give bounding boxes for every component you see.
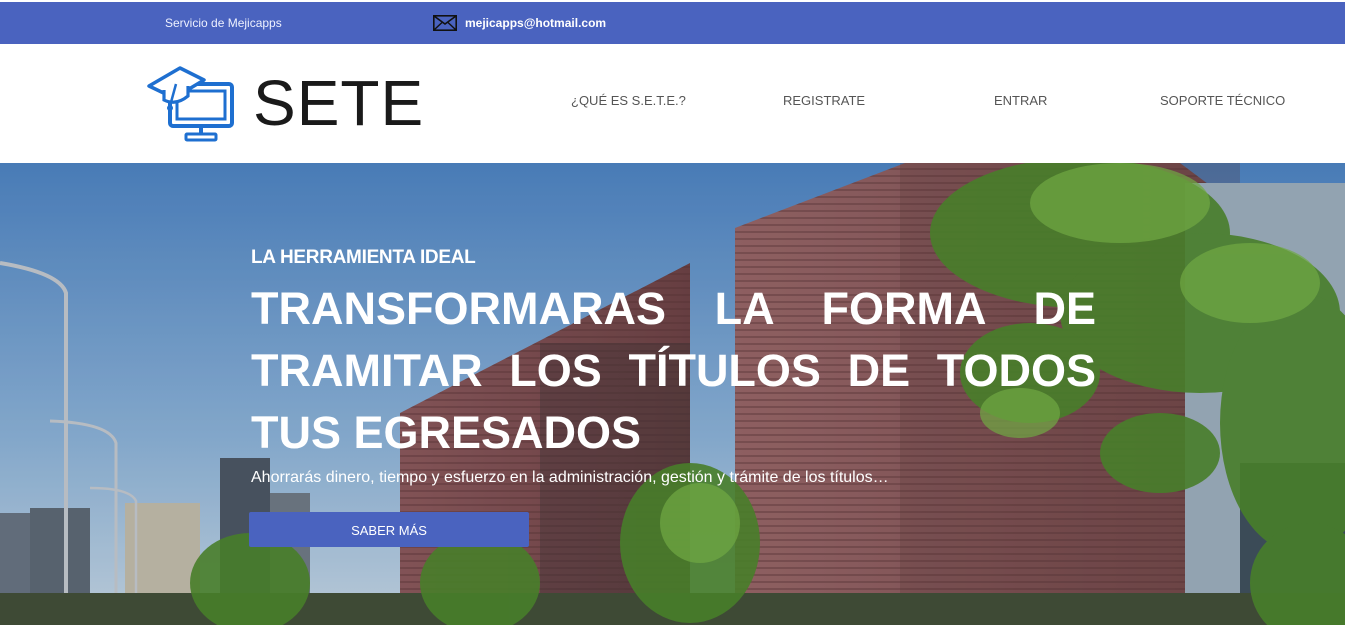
service-label: Servicio de Mejicapps xyxy=(165,16,282,30)
hero-subtitle: Ahorrarás dinero, tiempo y esfuerzo en l… xyxy=(251,469,889,486)
nav-que-es-sete[interactable]: ¿QUÉ ES S.E.T.E.? xyxy=(571,93,686,108)
mail-icon xyxy=(433,15,457,31)
graduation-monitor-icon[interactable] xyxy=(146,62,238,144)
nav-entrar[interactable]: ENTRAR xyxy=(994,93,1047,108)
email-link[interactable]: mejicapps@hotmail.com xyxy=(465,16,606,30)
nav-soporte-tecnico[interactable]: SOPORTE TÉCNICO xyxy=(1160,93,1285,108)
hero-banner: LA HERRAMIENTA IDEAL TRANSFORMARAS LA FO… xyxy=(0,163,1345,625)
nav-registrate[interactable]: REGISTRATE xyxy=(783,93,865,108)
saber-mas-button[interactable]: SABER MÁS xyxy=(249,512,529,547)
hero-title: TRANSFORMARAS LA FORMA DE TRAMITAR LOS T… xyxy=(251,283,1096,458)
hero-eyebrow: LA HERRAMIENTA IDEAL xyxy=(251,247,476,268)
main-header: SETE ¿QUÉ ES S.E.T.E.? REGISTRATE ENTRAR… xyxy=(0,44,1345,163)
logo-text[interactable]: SETE xyxy=(253,68,424,138)
top-info-bar: Servicio de Mejicapps mejicapps@hotmail.… xyxy=(0,0,1345,44)
